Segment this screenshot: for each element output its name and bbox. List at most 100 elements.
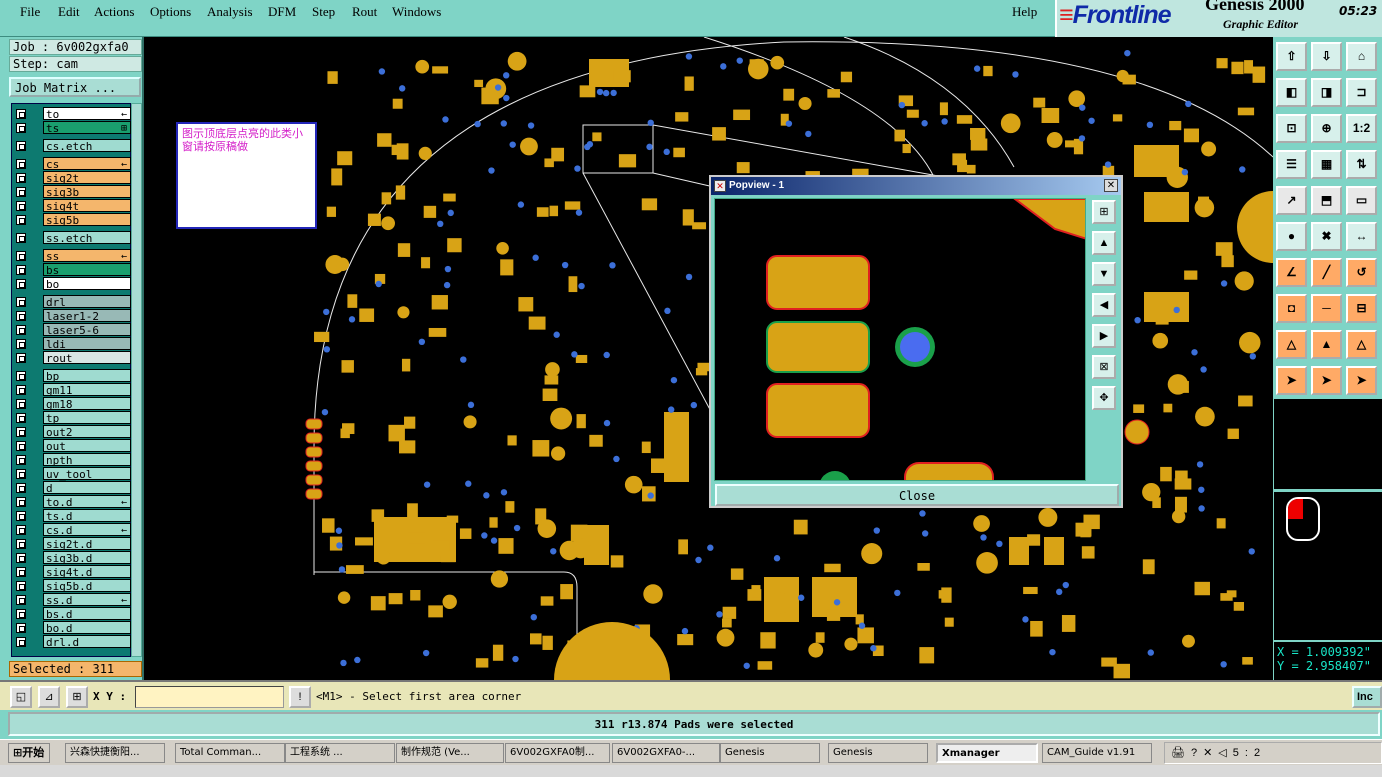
layer-row[interactable]: out <box>12 439 132 453</box>
triangle-icon[interactable]: ▲ <box>1311 330 1342 359</box>
zoom-center-icon[interactable]: ⊕ <box>1311 114 1342 143</box>
layer-name[interactable]: bp <box>43 369 131 383</box>
layer-row[interactable]: sig4t.d <box>12 565 132 579</box>
layer-row[interactable]: uv_tool <box>12 467 132 481</box>
layer-row[interactable]: gm18 <box>12 397 132 411</box>
taskbar-task[interactable]: 制作规范 (Ve... <box>396 743 504 763</box>
layer-row[interactable]: sig3b <box>12 185 132 199</box>
layer-name[interactable]: bs <box>43 263 131 277</box>
layer-name[interactable]: out <box>43 439 131 453</box>
taskbar-task[interactable]: 兴森快捷衡阳... <box>65 743 165 763</box>
layer-name[interactable]: tp <box>43 411 131 425</box>
layer-checkbox[interactable] <box>16 187 26 197</box>
layer-name[interactable]: cs.etch <box>43 139 131 153</box>
layer-name[interactable]: out2 <box>43 425 131 439</box>
layer-checkbox[interactable] <box>16 371 26 381</box>
layer-row[interactable]: drl.d <box>12 635 132 649</box>
layer-name[interactable]: ss.etch <box>43 231 131 245</box>
grid-icon[interactable]: ⊞ <box>66 686 88 708</box>
layer-row[interactable]: npth <box>12 453 132 467</box>
layer-name[interactable]: gm11 <box>43 383 131 397</box>
triangle-right-icon[interactable]: △ <box>1346 330 1377 359</box>
select-icon[interactable]: ↗ <box>1276 186 1307 215</box>
layer-name[interactable]: rout <box>43 351 131 365</box>
taskbar-task[interactable]: 工程系统 ... <box>285 743 395 763</box>
fit-icon[interactable]: ✥ <box>1092 386 1116 410</box>
job-matrix-button[interactable]: Job Matrix ... <box>9 77 141 97</box>
layer-name[interactable]: ldi <box>43 337 131 351</box>
layer-checkbox[interactable] <box>16 233 26 243</box>
layer-name[interactable]: sig5b.d <box>43 579 131 593</box>
layer-row[interactable]: bs.d <box>12 607 132 621</box>
layer-checkbox[interactable] <box>16 279 26 289</box>
measure-icon[interactable]: ⊿ <box>38 686 60 708</box>
layer-row[interactable]: sig3b.d <box>12 551 132 565</box>
layer-row[interactable]: cs ← <box>12 157 132 171</box>
layer-checkbox[interactable] <box>16 511 26 521</box>
pan-up-icon[interactable]: ▲ <box>1092 231 1116 255</box>
pointer-box-icon[interactable]: ➤ <box>1311 366 1342 395</box>
pointer-icon[interactable]: ➤ <box>1276 366 1307 395</box>
layer-checkbox[interactable] <box>16 623 26 633</box>
layer-row[interactable]: drl <box>12 295 132 309</box>
menu-windows[interactable]: Windows <box>392 4 441 20</box>
layer-checkbox[interactable] <box>16 427 26 437</box>
layer-checkbox[interactable] <box>16 141 26 151</box>
layer-checkbox[interactable] <box>16 173 26 183</box>
taskbar-task[interactable]: Total Comman... <box>175 743 285 763</box>
grid-view-icon[interactable]: ▦ <box>1311 150 1342 179</box>
pan-down-icon[interactable]: ▼ <box>1092 262 1116 286</box>
layer-row[interactable]: sig4t <box>12 199 132 213</box>
layer-row[interactable]: sig2t <box>12 171 132 185</box>
zoom-in-icon[interactable]: ⊞ <box>1092 200 1116 224</box>
arc-icon[interactable]: ↺ <box>1346 258 1377 287</box>
menu-analysis[interactable]: Analysis <box>207 4 253 20</box>
resize-icon[interactable]: ⊟ <box>1346 294 1377 323</box>
layer-checkbox[interactable] <box>16 201 26 211</box>
menu-file[interactable]: File <box>20 4 40 20</box>
zoom-fit-icon[interactable]: ⊡ <box>1276 114 1307 143</box>
menu-edit[interactable]: Edit <box>58 4 80 20</box>
layer-name[interactable]: ts ⊞ <box>43 121 131 135</box>
layer-checkbox[interactable] <box>16 553 26 563</box>
menu-dfm[interactable]: DFM <box>268 4 296 20</box>
layer-name[interactable]: uv_tool <box>43 467 131 481</box>
layer-name[interactable]: gm18 <box>43 397 131 411</box>
redraw-icon[interactable]: ⊐ <box>1346 78 1377 107</box>
layer-checkbox[interactable] <box>16 609 26 619</box>
layer-row[interactable]: ss ← <box>12 249 132 263</box>
taskbar-task[interactable]: Genesis <box>720 743 820 763</box>
layer-checkbox[interactable] <box>16 265 26 275</box>
close-icon[interactable]: ✕ <box>1104 179 1118 192</box>
layer-row[interactable]: ss.d ← <box>12 593 132 607</box>
layer-checkbox[interactable] <box>16 109 26 119</box>
layer-name[interactable]: bo.d <box>43 621 131 635</box>
layer-row[interactable]: to ← <box>12 107 132 121</box>
layer-row[interactable]: ts.d <box>12 509 132 523</box>
layer-checkbox[interactable] <box>16 325 26 335</box>
pan-left-icon[interactable]: ◀ <box>1092 293 1116 317</box>
layer-name[interactable]: sig5b <box>43 213 131 227</box>
layer-row[interactable]: ts ⊞ <box>12 121 132 135</box>
scale-icon[interactable]: 1:2 <box>1346 114 1377 143</box>
layer-row[interactable]: cs.etch <box>12 139 132 153</box>
prev-step-icon[interactable]: ◧ <box>1276 78 1307 107</box>
layer-name[interactable]: cs ← <box>43 157 131 171</box>
menu-rout[interactable]: Rout <box>352 4 377 20</box>
line-icon[interactable]: ╱ <box>1311 258 1342 287</box>
open-job-icon[interactable]: ⇧ <box>1276 42 1307 71</box>
ruler-icon[interactable]: ▭ <box>1346 186 1377 215</box>
triangle-left-icon[interactable]: △ <box>1276 330 1307 359</box>
menu-help[interactable]: Help <box>1012 4 1037 20</box>
layer-checkbox[interactable] <box>16 399 26 409</box>
layer-name[interactable]: ts.d <box>43 509 131 523</box>
window-menu-icon[interactable]: ✕ <box>714 180 726 192</box>
home-icon[interactable]: ⌂ <box>1346 42 1377 71</box>
layer-name[interactable]: sig4t.d <box>43 565 131 579</box>
layer-row[interactable]: laser5-6 <box>12 323 132 337</box>
layer-name[interactable]: drl.d <box>43 635 131 649</box>
filter-icon[interactable]: ☰ <box>1276 150 1307 179</box>
layer-checkbox[interactable] <box>16 567 26 577</box>
layer-row[interactable]: cs.d ← <box>12 523 132 537</box>
taskbar-task[interactable]: Genesis <box>828 743 928 763</box>
